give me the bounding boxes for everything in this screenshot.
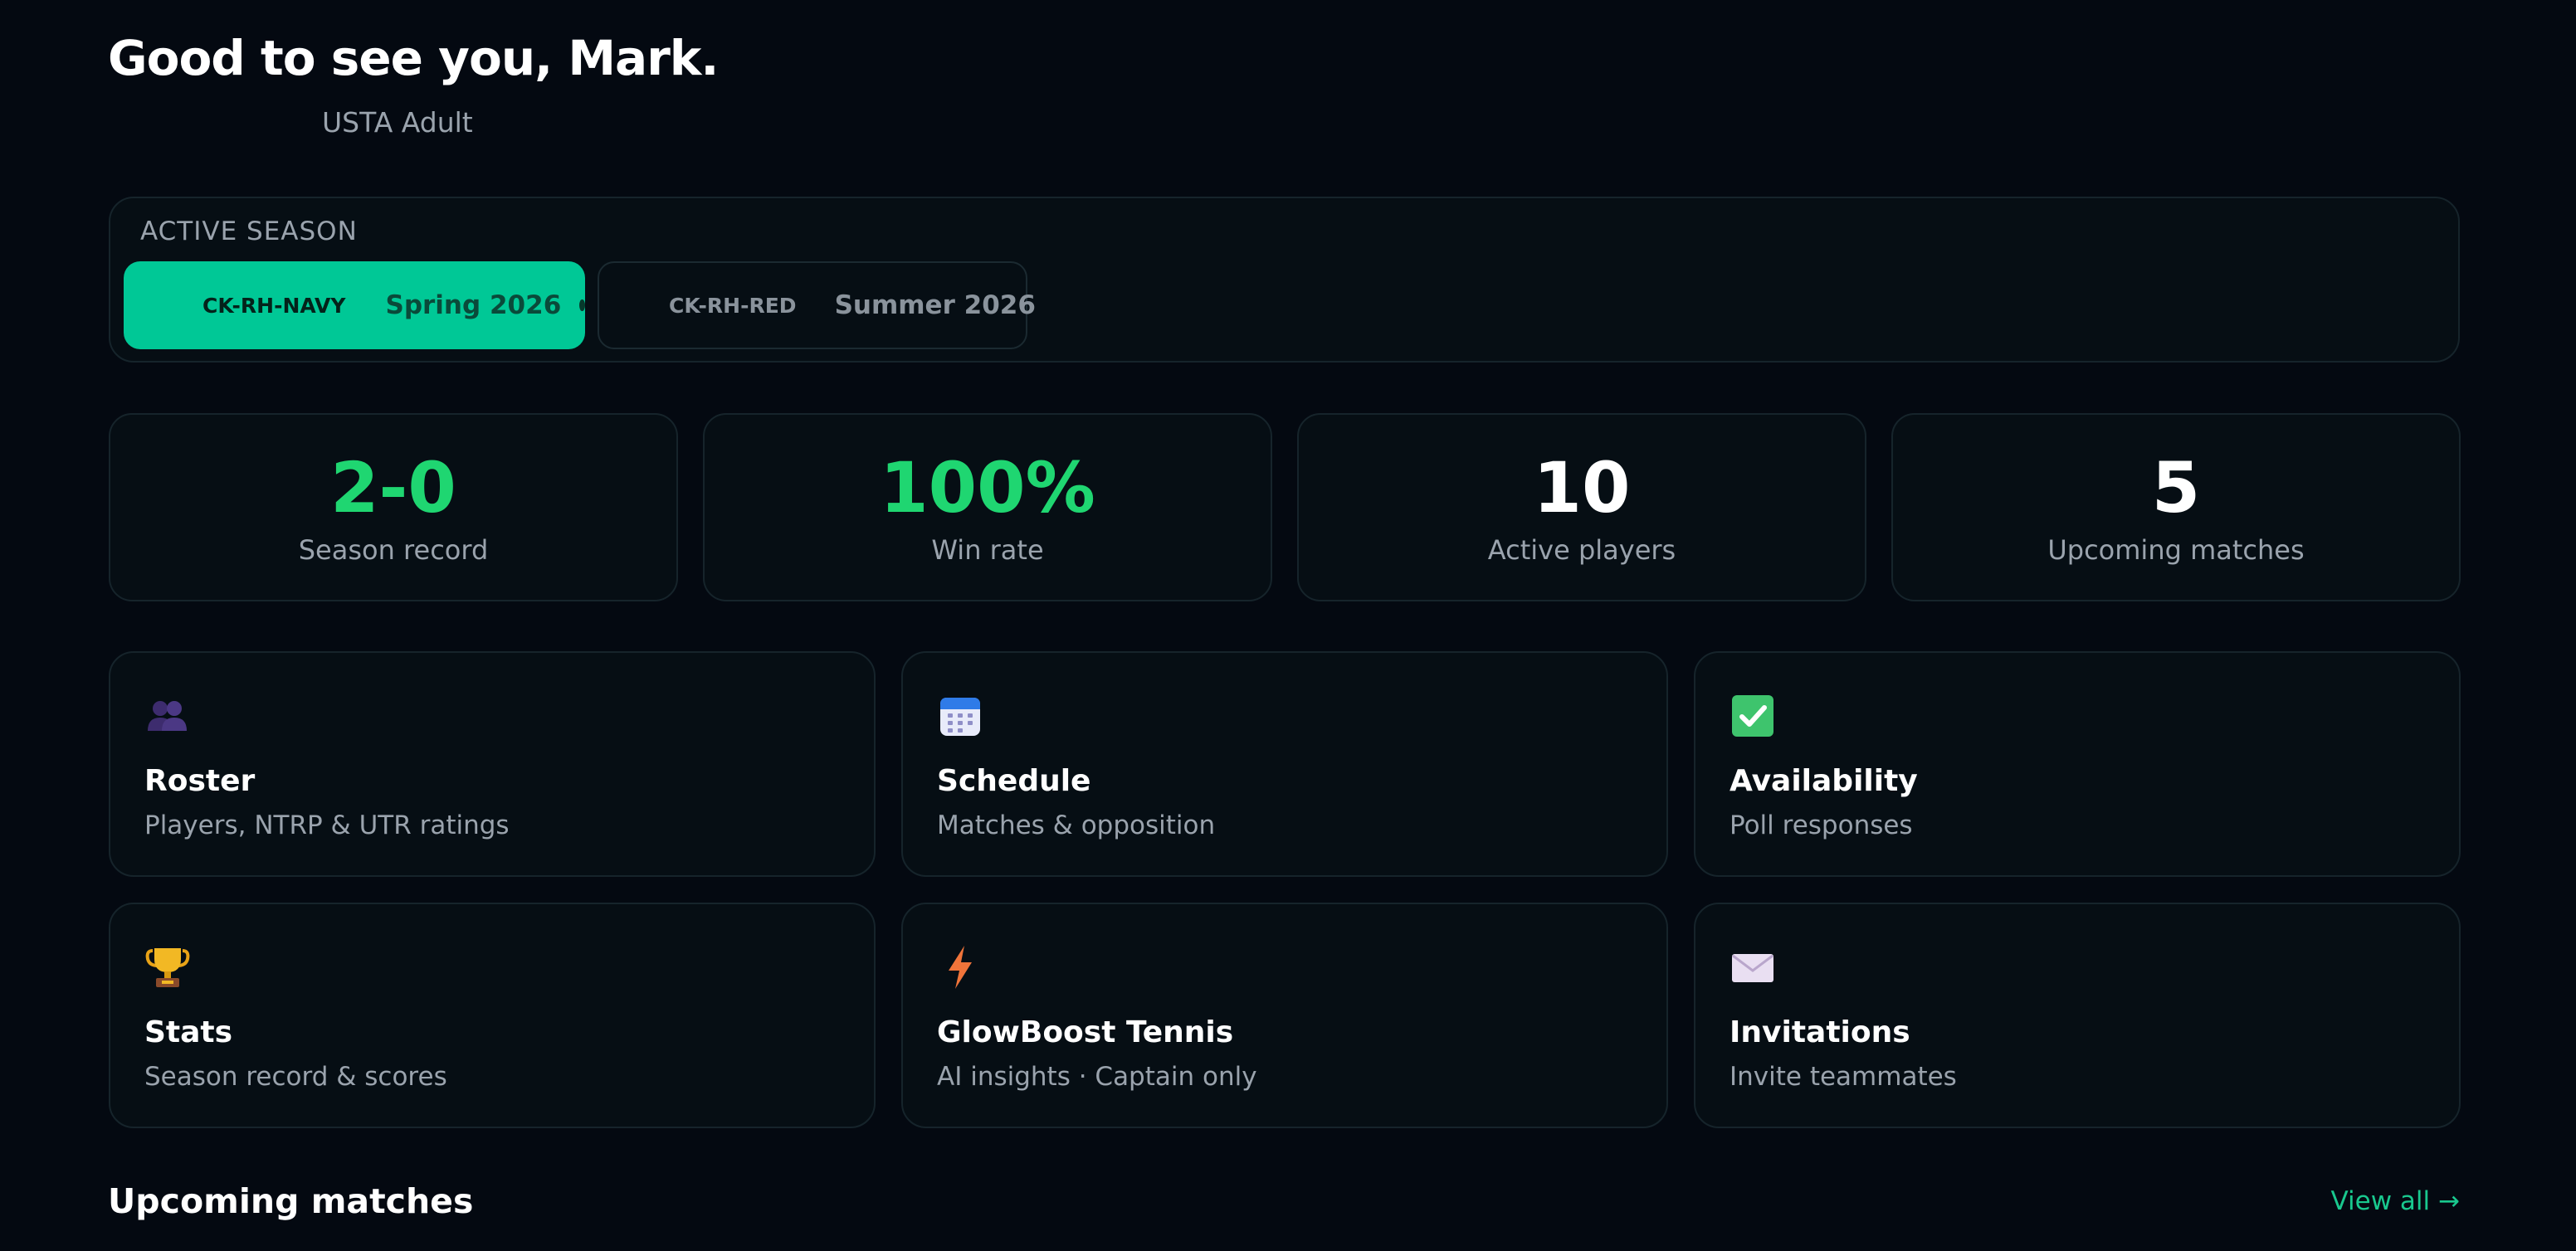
stat-card-upcoming-matches: 5 Upcoming matches [1891,413,2461,601]
dashboard-page: Good to see you, Mark. USTA Adult ACTIVE… [0,0,2576,1251]
stat-card-active-players: 10 Active players [1297,413,1866,601]
active-season-panel: ACTIVE SEASON CK-RH-NAVY Spring 2026 CK-… [109,197,2460,363]
nav-card-availability[interactable]: Availability Poll responses [1694,651,2461,877]
league-label: USTA Adult [322,106,473,139]
stat-value: 5 [2151,447,2201,528]
trophy-icon [144,944,191,991]
nav-card-subtitle: Poll responses [1730,810,1913,840]
stat-value: 100% [880,447,1095,528]
team-code: CK-RH-NAVY [202,293,346,318]
stat-label: Win rate [931,534,1044,566]
nav-card-title: Availability [1730,764,1918,798]
stat-card-win-rate: 100% Win rate [703,413,1272,601]
people-icon [144,693,191,739]
season-name: Summer 2026 [834,290,1036,320]
calendar-icon [937,693,983,739]
nav-card-title: Invitations [1730,1015,1910,1049]
lightning-icon [937,944,983,991]
envelope-icon [1730,944,1776,991]
greeting-heading: Good to see you, Mark. [108,30,719,86]
nav-card-subtitle: Players, NTRP & UTR ratings [144,810,510,840]
nav-card-title: Stats [144,1015,233,1049]
nav-card-subtitle: Invite teammates [1730,1062,1957,1092]
nav-card-stats[interactable]: Stats Season record & scores [109,903,876,1128]
view-all-link[interactable]: View all → [2331,1186,2460,1216]
team-code: CK-RH-RED [669,293,797,318]
nav-card-title: Schedule [937,764,1091,798]
season-tab-summer-2026[interactable]: CK-RH-RED Summer 2026 [598,261,1036,349]
stat-value: 10 [1533,447,1631,528]
nav-card-title: Roster [144,764,256,798]
nav-card-schedule[interactable]: Schedule Matches & opposition [901,651,1668,877]
season-tab-spring-2026[interactable]: CK-RH-NAVY Spring 2026 [124,261,585,349]
stat-value: 2-0 [330,447,456,528]
nav-card-subtitle: AI insights · Captain only [937,1062,1257,1092]
active-season-label: ACTIVE SEASON [140,217,358,246]
nav-card-subtitle: Season record & scores [144,1062,447,1092]
nav-card-title: GlowBoost Tennis [937,1015,1234,1049]
selected-dot-icon [579,299,585,311]
stat-label: Upcoming matches [2047,534,2305,566]
nav-card-subtitle: Matches & opposition [937,810,1216,840]
nav-card-invitations[interactable]: Invitations Invite teammates [1694,903,2461,1128]
upcoming-matches-heading: Upcoming matches [108,1181,474,1221]
season-name: Spring 2026 [385,290,562,320]
stat-label: Season record [298,534,489,566]
stat-label: Active players [1487,534,1676,566]
checkbox-icon [1730,693,1776,739]
nav-card-roster[interactable]: Roster Players, NTRP & UTR ratings [109,651,876,877]
nav-card-glowboost[interactable]: GlowBoost Tennis AI insights · Captain o… [901,903,1668,1128]
stat-card-season-record: 2-0 Season record [109,413,678,601]
